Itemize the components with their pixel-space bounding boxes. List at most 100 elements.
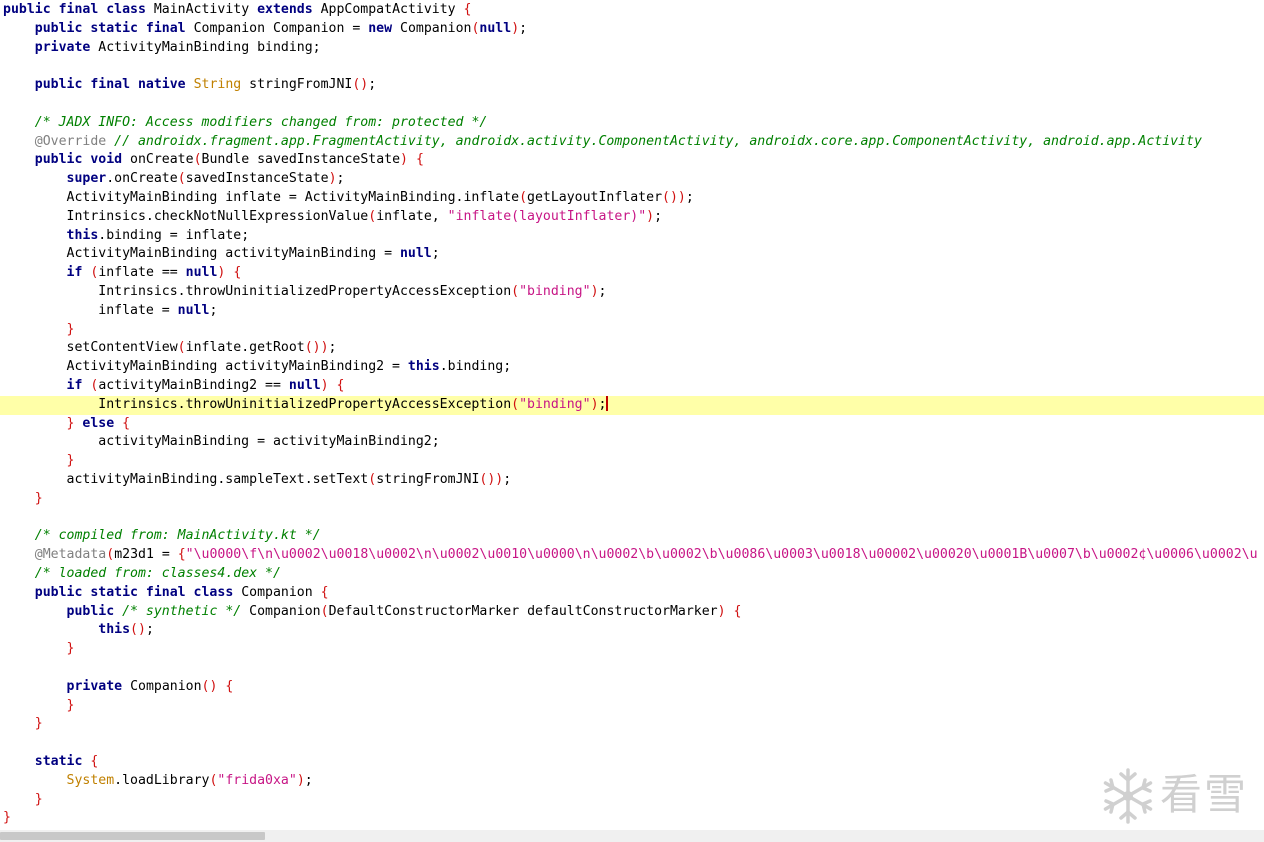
code-line[interactable]: } <box>3 490 43 509</box>
code-token: static <box>34 754 91 769</box>
code-line[interactable]: ActivityMainBinding activityMainBinding2… <box>3 358 512 377</box>
code-token: Intrinsics.throwUninitializedPropertyAcc… <box>3 396 512 412</box>
code-token: null <box>479 20 512 36</box>
code-token: public void <box>34 152 131 168</box>
code-line[interactable]: setContentView(inflate.getRoot()); <box>3 339 337 358</box>
code-line[interactable]: private Companion() { <box>3 678 234 697</box>
code-line[interactable]: this.binding = inflate; <box>3 227 250 246</box>
code-line[interactable]: if (inflate == null) { <box>3 264 242 283</box>
code-token: this <box>98 622 131 638</box>
code-line[interactable]: super.onCreate(savedInstanceState); <box>3 170 345 189</box>
code-line[interactable]: public final native String stringFromJNI… <box>3 76 376 95</box>
code-token: savedInstanceState <box>185 171 329 187</box>
code-token: Companion <box>130 678 202 694</box>
code-token: } <box>66 321 75 337</box>
code-token: } <box>34 716 43 732</box>
code-line[interactable]: if (activityMainBinding2 == null) { <box>3 377 345 396</box>
code-token: ) <box>296 772 305 788</box>
code-line[interactable]: } <box>3 791 43 810</box>
code-line[interactable]: ActivityMainBinding inflate = ActivityMa… <box>3 189 694 208</box>
code-line[interactable]: } <box>3 809 11 828</box>
code-token: } <box>66 697 75 713</box>
code-token: // androidx.fragment.app.FragmentActivit… <box>114 133 1202 149</box>
code-token: { <box>177 547 186 563</box>
code-token: public final native <box>34 77 194 93</box>
code-token: () <box>130 622 146 638</box>
code-token: ; <box>503 472 512 487</box>
code-token: Intrinsics.checkNotNullExpressionValue <box>3 208 369 224</box>
code-token: } <box>34 490 43 506</box>
code-line[interactable]: Intrinsics.checkNotNullExpressionValue(i… <box>3 208 663 227</box>
code-token: { <box>463 2 472 17</box>
code-token: { <box>320 584 329 600</box>
code-token: () <box>201 678 218 694</box>
code-token: ) <box>320 378 329 393</box>
code-token: ; <box>685 190 694 205</box>
code-line[interactable]: public /* synthetic */ Companion(Default… <box>3 603 742 622</box>
code-token: .loadLibrary <box>114 772 210 788</box>
code-editor[interactable]: public final class MainActivity extends … <box>0 0 1264 830</box>
code-line[interactable]: private ActivityMainBinding binding; <box>3 39 321 58</box>
code-token: ()) <box>479 472 504 487</box>
code-line[interactable]: /* JADX INFO: Access modifiers changed f… <box>3 114 488 133</box>
code-line[interactable]: inflate = null; <box>3 302 217 321</box>
code-token: inflate = <box>3 302 178 318</box>
code-line[interactable]: @Metadata(m23d1 = {"\u0000\f\n\u0002\u00… <box>3 546 1258 565</box>
code-token: ( <box>106 547 115 563</box>
code-line[interactable]: public void onCreate(Bundle savedInstanc… <box>3 151 424 170</box>
code-token: ( <box>177 171 186 187</box>
code-token: { <box>733 603 742 619</box>
scrollbar-thumb[interactable] <box>0 832 265 840</box>
code-line[interactable]: } <box>3 640 75 659</box>
code-line[interactable]: this(); <box>3 621 154 640</box>
code-line[interactable]: activityMainBinding.sampleText.setText(s… <box>3 471 512 490</box>
code-token: ActivityMainBinding binding; <box>98 39 321 55</box>
code-line[interactable]: } else { <box>3 415 131 434</box>
code-line[interactable]: } <box>3 715 43 734</box>
text-caret <box>606 396 609 412</box>
code-token: ()) <box>304 340 329 356</box>
code-line[interactable]: @Override // androidx.fragment.app.Fragm… <box>3 133 1202 152</box>
code-line[interactable]: System.loadLibrary("frida0xa"); <box>3 772 313 791</box>
code-line[interactable]: } <box>3 452 75 471</box>
code-token: ActivityMainBinding inflate = ActivityMa… <box>3 190 520 205</box>
code-token: } <box>34 791 43 807</box>
code-line[interactable]: public final class MainActivity extends … <box>3 1 471 20</box>
code-line[interactable]: Intrinsics.throwUninitializedPropertyAcc… <box>3 283 606 302</box>
horizontal-scrollbar[interactable] <box>0 830 1264 842</box>
code-token: { <box>122 415 131 431</box>
code-line[interactable]: } <box>3 321 75 340</box>
code-token: ()) <box>662 190 686 205</box>
code-line[interactable]: public static final class Companion { <box>3 584 329 603</box>
code-token: } <box>66 453 75 469</box>
code-line[interactable]: ActivityMainBinding activityMainBinding … <box>3 245 440 264</box>
code-token: stringFromJNI <box>376 472 480 487</box>
code-token: null <box>177 302 210 318</box>
code-token: Bundle savedInstanceState <box>201 152 401 168</box>
code-line[interactable]: static { <box>3 753 99 772</box>
code-line[interactable]: } <box>3 697 75 716</box>
code-line[interactable]: /* compiled from: MainActivity.kt */ <box>3 527 321 546</box>
code-line[interactable]: public static final Companion Companion … <box>3 20 527 39</box>
code-token: ( <box>368 208 377 224</box>
code-token: /* synthetic */ <box>122 603 250 619</box>
code-line[interactable]: /* loaded from: classes4.dex */ <box>3 565 281 584</box>
code-token: @Metadata <box>34 547 107 563</box>
code-token: Companion Companion = <box>193 20 369 36</box>
code-token: extends <box>257 2 321 17</box>
code-token: ; <box>431 246 440 262</box>
code-token: /* JADX INFO: Access modifiers changed f… <box>34 114 488 130</box>
code-line[interactable]: activityMainBinding = activityMainBindin… <box>3 433 439 452</box>
code-line-current[interactable]: Intrinsics.throwUninitializedPropertyAcc… <box>0 395 1264 415</box>
